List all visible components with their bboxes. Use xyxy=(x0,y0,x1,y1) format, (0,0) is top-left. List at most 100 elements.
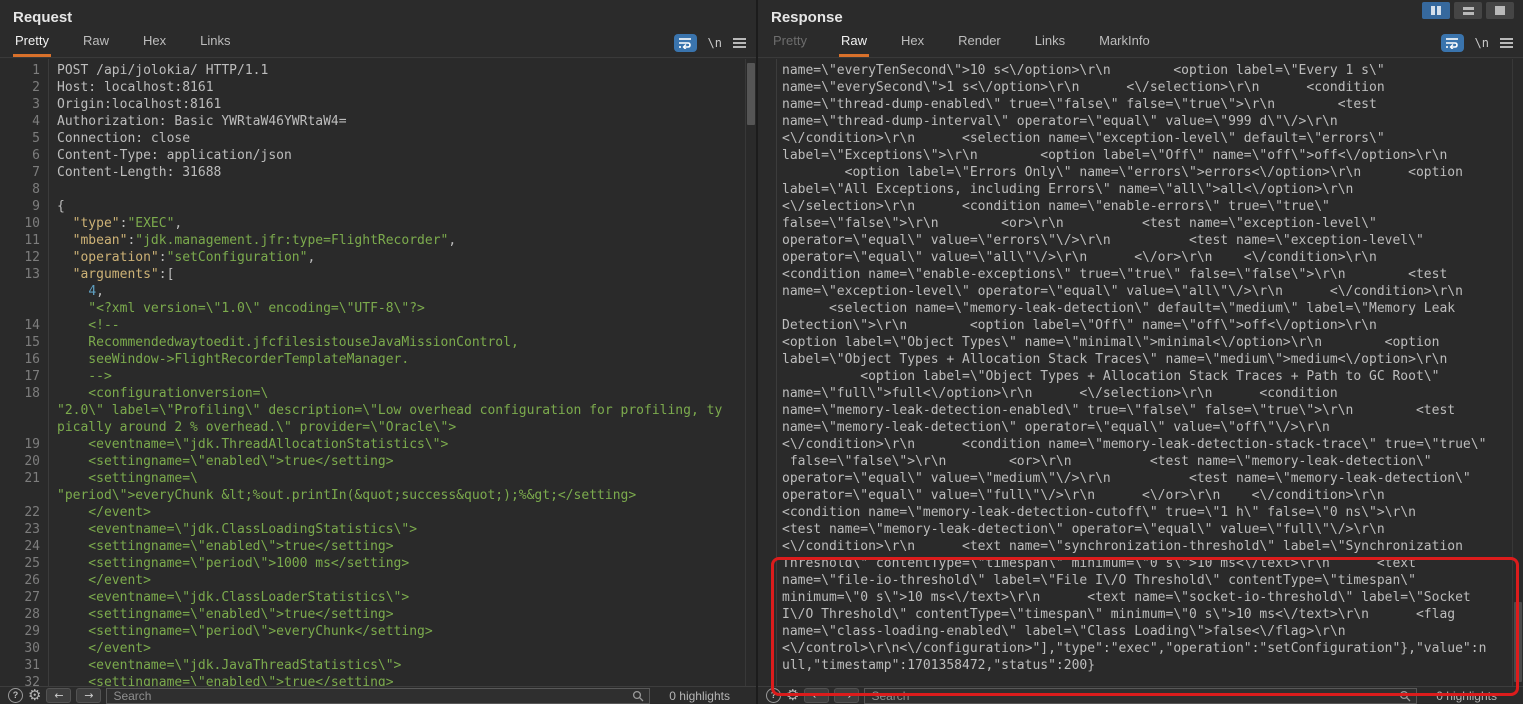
editor-menu-icon[interactable] xyxy=(733,38,746,48)
response-code-line: <\/control>\r\n<\/configuration>"],"type… xyxy=(758,640,1523,657)
word-wrap-icon xyxy=(1445,37,1459,49)
request-searchbar: ? ⚙ ← → 0 highlights xyxy=(0,686,756,704)
word-wrap-toggle[interactable] xyxy=(674,34,697,52)
split-horizontal-button[interactable] xyxy=(1454,2,1482,19)
request-code-line: 25 <settingname=\"period\">1000 ms</sett… xyxy=(0,555,756,572)
search-next-button[interactable]: → xyxy=(76,688,101,703)
word-wrap-icon xyxy=(678,37,692,49)
response-code-line: name=\"memory-leak-detection\" operator=… xyxy=(758,419,1523,436)
request-search-field xyxy=(106,688,650,704)
single-pane-button[interactable] xyxy=(1486,2,1514,19)
response-code-line: <test name=\"memory-leak-detection\" ope… xyxy=(758,521,1523,538)
response-tabs: Pretty Raw Hex Render Links MarkInfo xyxy=(771,33,1152,57)
request-highlights-count: 0 highlights xyxy=(669,689,730,703)
request-code-line: "period\">everyChunk &lt;%out.printIn(&q… xyxy=(0,487,756,504)
response-code-line: operator=\"equal\" value=\"errors\"\/>\r… xyxy=(758,232,1523,249)
response-code-line: <option label=\"Object Types\" name=\"mi… xyxy=(758,334,1523,351)
request-editor[interactable]: 1POST /api/jolokia/ HTTP/1.12Host: local… xyxy=(0,59,756,686)
response-code-line: name=\"everySecond\">1 s<\/option>\r\n <… xyxy=(758,79,1523,96)
request-code-line: pically around 2 % overhead.\" provider=… xyxy=(0,419,756,436)
request-code-line: 24 <settingname=\"enabled\">true</settin… xyxy=(0,538,756,555)
tab-pretty[interactable]: Pretty xyxy=(771,33,809,57)
response-code-line: name=\"thread-dump-interval\" operator=\… xyxy=(758,113,1523,130)
response-search-input[interactable] xyxy=(865,689,1416,703)
response-code-line: operator=\"equal\" value=\"medium\"\/>\r… xyxy=(758,470,1523,487)
tab-hex[interactable]: Hex xyxy=(141,33,168,57)
request-code-line: 4Authorization: Basic YWRtaW46YWRtaW4= xyxy=(0,113,756,130)
tab-links[interactable]: Links xyxy=(1033,33,1067,57)
request-search-input[interactable] xyxy=(107,689,649,703)
editor-menu-icon[interactable] xyxy=(1500,38,1513,48)
response-code-line: <\/selection>\r\n <condition name=\"enab… xyxy=(758,198,1523,215)
request-scrollbar[interactable] xyxy=(745,59,756,686)
tab-raw[interactable]: Raw xyxy=(81,33,111,57)
response-code: name=\"everyTenSecond\">10 s<\/option>\r… xyxy=(758,62,1523,674)
help-icon[interactable]: ? xyxy=(8,688,23,703)
request-tabbar: Pretty Raw Hex Links \n xyxy=(0,32,756,58)
request-code-line: 12 "operation":"setConfiguration", xyxy=(0,249,756,266)
request-code-line: 6Content-Type: application/json xyxy=(0,147,756,164)
response-code-line: <condition name=\"memory-leak-detection-… xyxy=(758,504,1523,521)
response-tabbar: Pretty Raw Hex Render Links MarkInfo \n xyxy=(758,32,1523,58)
tab-pretty[interactable]: Pretty xyxy=(13,33,51,57)
response-code-line: <condition name=\"enable-exceptions\" tr… xyxy=(758,266,1523,283)
show-newlines-toggle[interactable]: \n xyxy=(1475,36,1489,50)
request-panel-title: Request xyxy=(13,9,72,26)
request-code-line: 26 </event> xyxy=(0,572,756,589)
request-code-line: 13 "arguments":[ xyxy=(0,266,756,283)
request-tabs: Pretty Raw Hex Links xyxy=(13,33,232,57)
response-code-line: ull,"timestamp":1701358472,"status":200} xyxy=(758,657,1523,674)
split-vertical-button[interactable] xyxy=(1422,2,1450,19)
request-code-line: 2Host: localhost:8161 xyxy=(0,79,756,96)
request-code-line: 18 <configurationversion=\ xyxy=(0,385,756,402)
response-editor[interactable]: name=\"everyTenSecond\">10 s<\/option>\r… xyxy=(758,59,1523,686)
response-code-line: <selection name=\"memory-leak-detection\… xyxy=(758,300,1523,317)
word-wrap-toggle[interactable] xyxy=(1441,34,1464,52)
request-code-line: 27 <eventname=\"jdk.ClassLoaderStatistic… xyxy=(0,589,756,606)
request-editor-tools: \n xyxy=(674,34,746,57)
response-panel: Response PrettyRawHexRenderLinksMarkInfo… xyxy=(758,0,1523,704)
tab-markinfo[interactable]: MarkInfo xyxy=(1097,33,1152,57)
request-code-line: 31 <eventname=\"jdk.JavaThreadStatistics… xyxy=(0,657,756,674)
request-panel: Request Pretty Raw Hex Links \n 1POST /api/… xyxy=(0,0,756,704)
view-layout-buttons xyxy=(1422,2,1514,19)
response-code-line: minimum=\"0 s\">10 ms<\/text>\r\n <text … xyxy=(758,589,1523,606)
tab-links[interactable]: Links xyxy=(198,33,232,57)
request-code-line: 23 <eventname=\"jdk.ClassLoadingStatisti… xyxy=(0,521,756,538)
request-code-line: 4, xyxy=(0,283,756,300)
help-icon[interactable]: ? xyxy=(766,688,781,703)
response-code-line: <\/condition>\r\n <condition name=\"memo… xyxy=(758,436,1523,453)
search-next-button[interactable]: → xyxy=(834,688,859,703)
response-code-line: <\/condition>\r\n <selection name=\"exce… xyxy=(758,130,1523,147)
settings-gear-icon[interactable]: ⚙ xyxy=(786,688,799,703)
tab-render[interactable]: Render xyxy=(956,33,1003,57)
request-code-line: 1POST /api/jolokia/ HTTP/1.1 xyxy=(0,62,756,79)
show-newlines-toggle[interactable]: \n xyxy=(708,36,722,50)
request-code-line: 9{ xyxy=(0,198,756,215)
response-code-line: label=\"Exceptions\">\r\n <option label=… xyxy=(758,147,1523,164)
request-code-line: 3Origin:localhost:8161 xyxy=(0,96,756,113)
response-code-line: name=\"memory-leak-detection-enabled\" t… xyxy=(758,402,1523,419)
tab-raw[interactable]: Raw xyxy=(839,33,869,57)
tab-hex[interactable]: Hex xyxy=(899,33,926,57)
request-code-line: 10 "type":"EXEC", xyxy=(0,215,756,232)
response-scrollbar-thumb[interactable] xyxy=(1514,602,1522,682)
response-search-field xyxy=(864,688,1417,704)
response-code-line: false=\"false\">\r\n <or>\r\n <test name… xyxy=(758,453,1523,470)
request-code-line: 14 <!-- xyxy=(0,317,756,334)
response-code-line: operator=\"equal\" value=\"all\"\/>\r\n … xyxy=(758,249,1523,266)
response-scrollbar[interactable] xyxy=(1512,59,1523,686)
request-code-line: 15 Recommendedwaytoedit.jfcfilesistouseJ… xyxy=(0,334,756,351)
request-code: 1POST /api/jolokia/ HTTP/1.12Host: local… xyxy=(0,62,756,686)
request-code-line: "<?xml version=\"1.0\" encoding=\"UTF-8\… xyxy=(0,300,756,317)
search-icon xyxy=(1399,690,1411,702)
request-code-line: 32 <settingname=\"enabled\">true</settin… xyxy=(0,674,756,686)
response-code-line: name=\"exception-level\" operator=\"equa… xyxy=(758,283,1523,300)
settings-gear-icon[interactable]: ⚙ xyxy=(28,688,41,703)
search-prev-button[interactable]: ← xyxy=(46,688,71,703)
search-prev-button[interactable]: ← xyxy=(804,688,829,703)
request-code-line: 22 </event> xyxy=(0,504,756,521)
request-code-line: 17 --> xyxy=(0,368,756,385)
request-scrollbar-thumb[interactable] xyxy=(747,63,755,125)
response-code-line: label=\"All Exceptions, including Errors… xyxy=(758,181,1523,198)
